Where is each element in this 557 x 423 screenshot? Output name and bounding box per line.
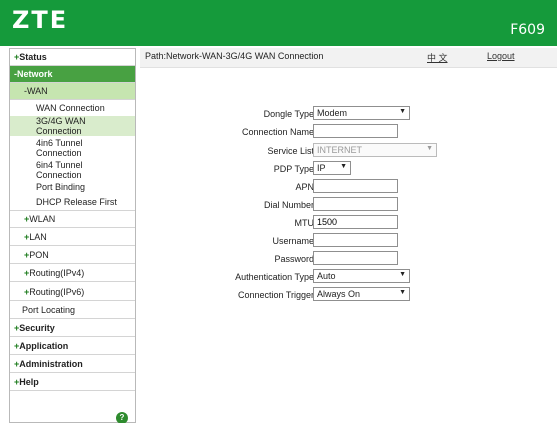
dongle-type-value: Modem bbox=[317, 108, 348, 118]
connection-name-input[interactable] bbox=[313, 124, 398, 138]
chevron-down-icon: ▼ bbox=[399, 289, 406, 296]
dial-number-label: Dial Number bbox=[263, 200, 314, 210]
mtu-input[interactable] bbox=[313, 215, 398, 229]
sidebar-item-wan[interactable]: -WAN bbox=[10, 83, 135, 100]
pdp-type-row: PDP Type IP ▼ bbox=[140, 161, 557, 177]
username-row: Username bbox=[140, 233, 557, 249]
sidebar-item-application[interactable]: +Application bbox=[10, 338, 135, 355]
conn-trigger-row: Connection Trigger Always On ▼ bbox=[140, 287, 557, 303]
breadcrumb: Path:Network-WAN-3G/4G WAN Connection bbox=[145, 51, 324, 61]
sidebar-item-lan[interactable]: +LAN bbox=[10, 229, 135, 246]
sidebar-item-label: LAN bbox=[29, 232, 47, 242]
sidebar-item-label: Status bbox=[19, 52, 47, 62]
sidebar-item-routing-ipv6[interactable]: +Routing(IPv6) bbox=[10, 284, 135, 301]
sidebar-item-security[interactable]: +Security bbox=[10, 320, 135, 337]
sidebar-item-wlan[interactable]: +WLAN bbox=[10, 211, 135, 228]
apn-input[interactable] bbox=[313, 179, 398, 193]
chevron-down-icon: ▼ bbox=[399, 271, 406, 278]
auth-type-row: Authentication Type Auto ▼ bbox=[140, 269, 557, 285]
conn-trigger-select[interactable]: Always On ▼ bbox=[313, 287, 410, 301]
sidebar-item-3g4g-wan-connection[interactable]: 3G/4G WAN Connection bbox=[10, 116, 135, 136]
logout-link[interactable]: Logout bbox=[487, 51, 515, 61]
sidebar-item-6in4-tunnel[interactable]: 6in4 Tunnel Connection bbox=[10, 160, 135, 180]
language-link[interactable]: 中 文 bbox=[427, 51, 448, 64]
dongle-type-label: Dongle Type bbox=[263, 109, 314, 119]
sidebar-item-label: Help bbox=[19, 377, 39, 387]
connection-name-row: Connection Name bbox=[140, 124, 557, 140]
model-name: F609 bbox=[510, 22, 545, 38]
dongle-type-row: Dongle Type Modem ▼ bbox=[140, 106, 557, 122]
sidebar-item-administration[interactable]: +Administration bbox=[10, 356, 135, 373]
sidebar-item-label: PON bbox=[29, 250, 49, 260]
sidebar-item-4in6-tunnel[interactable]: 4in6 Tunnel Connection bbox=[10, 138, 135, 158]
auth-type-select[interactable]: Auto ▼ bbox=[313, 269, 410, 283]
chevron-down-icon: ▼ bbox=[399, 108, 406, 115]
auth-type-label: Authentication Type bbox=[235, 272, 314, 282]
header-bar: ZTE F609 bbox=[0, 0, 557, 46]
service-list-label: Service List bbox=[267, 146, 314, 156]
sidebar-item-label: 4in6 Tunnel Connection bbox=[36, 138, 83, 158]
sidebar-item-help[interactable]: +Help bbox=[10, 374, 135, 391]
sidebar-item-label: Application bbox=[19, 341, 69, 351]
username-input[interactable] bbox=[313, 233, 398, 247]
sidebar-item-label: 3G/4G WAN Connection bbox=[36, 116, 86, 136]
sidebar-item-label: Routing(IPv4) bbox=[29, 268, 85, 278]
pdp-type-label: PDP Type bbox=[273, 164, 314, 174]
sidebar-item-label: Security bbox=[19, 323, 55, 333]
service-list-row: Service List INTERNET ▼ bbox=[140, 143, 557, 159]
mtu-label: MTU bbox=[294, 218, 315, 228]
sidebar-item-routing-ipv4[interactable]: +Routing(IPv4) bbox=[10, 265, 135, 282]
help-icon[interactable]: ? bbox=[116, 412, 128, 423]
sidebar-item-port-binding[interactable]: Port Binding bbox=[10, 182, 135, 192]
auth-type-value: Auto bbox=[317, 271, 336, 281]
sidebar-item-port-locating[interactable]: Port Locating bbox=[10, 302, 135, 319]
password-input[interactable] bbox=[313, 251, 398, 265]
sidebar-item-label: 6in4 Tunnel Connection bbox=[36, 160, 83, 180]
password-label: Password bbox=[274, 254, 314, 264]
apn-label: APN bbox=[295, 182, 314, 192]
dial-number-row: Dial Number bbox=[140, 197, 557, 213]
sidebar-item-status[interactable]: +Status bbox=[10, 49, 135, 66]
pdp-type-select[interactable]: IP ▼ bbox=[313, 161, 351, 175]
apn-row: APN bbox=[140, 179, 557, 195]
password-row: Password bbox=[140, 251, 557, 267]
sidebar-item-wan-connection[interactable]: WAN Connection bbox=[10, 103, 135, 113]
chevron-down-icon: ▼ bbox=[340, 163, 347, 170]
chevron-down-icon: ▼ bbox=[426, 145, 433, 152]
mtu-row: MTU bbox=[140, 215, 557, 231]
conn-trigger-label: Connection Trigger bbox=[237, 290, 314, 300]
connection-name-label: Connection Name bbox=[241, 127, 314, 137]
sidebar-item-network[interactable]: -Network bbox=[10, 66, 135, 83]
username-label: Username bbox=[272, 236, 314, 246]
dial-number-input[interactable] bbox=[313, 197, 398, 211]
service-list-value: INTERNET bbox=[317, 145, 362, 155]
service-list-select[interactable]: INTERNET ▼ bbox=[313, 143, 437, 157]
conn-trigger-value: Always On bbox=[317, 289, 361, 299]
sidebar-item-label: Administration bbox=[19, 359, 83, 369]
dongle-type-select[interactable]: Modem ▼ bbox=[313, 106, 410, 120]
breadcrumb-bar: Path:Network-WAN-3G/4G WAN Connection 中 … bbox=[140, 48, 557, 68]
sidebar-item-pon[interactable]: +PON bbox=[10, 247, 135, 264]
sidebar: +Status -Network -WAN WAN Connection 3G/… bbox=[9, 48, 136, 423]
sidebar-item-label: WLAN bbox=[29, 214, 56, 224]
pdp-type-value: IP bbox=[317, 163, 326, 173]
zte-logo: ZTE bbox=[12, 6, 69, 34]
sidebar-item-dhcp-release-first[interactable]: DHCP Release First bbox=[10, 197, 135, 211]
sidebar-item-label: Routing(IPv6) bbox=[29, 287, 85, 297]
